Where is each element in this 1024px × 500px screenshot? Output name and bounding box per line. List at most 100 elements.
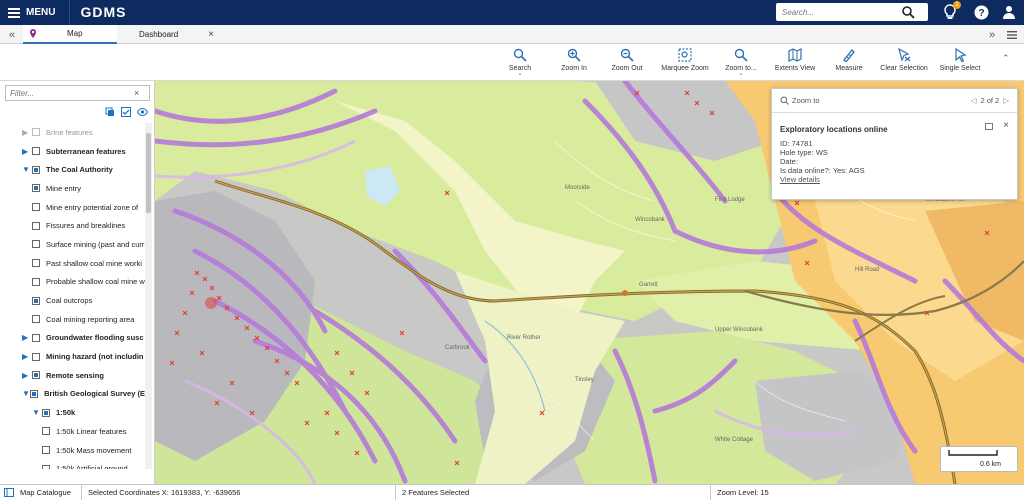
layer-item[interactable]: ▶ Brine features <box>0 123 145 142</box>
clear-filter-icon[interactable]: × <box>134 88 139 98</box>
clear-selection-button[interactable]: Clear Selection <box>874 48 934 72</box>
layer-checkbox[interactable] <box>32 333 40 342</box>
layer-tree: ▶ Brine features ▶ Subterranean features ▼ Th… <box>0 123 145 469</box>
notifications-button[interactable]: 1 <box>942 1 961 20</box>
sidebar-tools <box>105 107 148 117</box>
collapse-icon[interactable]: ▼ <box>22 389 30 398</box>
user-button[interactable] <box>1001 4 1017 20</box>
marquee-zoom-button[interactable]: Marquee Zoom <box>655 48 715 72</box>
layer-checkbox[interactable] <box>32 203 40 212</box>
extents-view-button[interactable]: Extents View <box>765 48 825 72</box>
layer-checkbox[interactable] <box>32 240 40 249</box>
layer-item[interactable]: ▶ Groundwater flooding susc <box>0 329 145 348</box>
popup-field: ID: 74781 <box>780 139 813 148</box>
layer-item[interactable]: ▼ 1:50k <box>0 403 145 422</box>
map-catalogue-button[interactable]: Map Catalogue <box>0 485 71 500</box>
help-button[interactable]: ? <box>973 4 989 20</box>
scale-label: 0.6 km <box>979 461 1001 468</box>
layer-item[interactable]: Past shallow coal mine worki <box>0 254 145 273</box>
layer-checkbox[interactable] <box>32 184 40 193</box>
layer-checkbox[interactable] <box>32 371 40 380</box>
zoom-to-link[interactable]: Zoom to <box>792 96 820 105</box>
search-tool-button[interactable]: Search ⌄ <box>490 48 550 77</box>
layer-item[interactable]: Mine entry potential zone of <box>0 198 145 217</box>
tool-label: Extents View <box>774 65 816 72</box>
layer-checkbox[interactable] <box>32 221 40 230</box>
place-label: Garrett <box>639 282 658 288</box>
single-select-button[interactable]: Single Select <box>930 48 990 72</box>
layer-checkbox[interactable] <box>32 128 40 137</box>
checkbox-icon[interactable] <box>121 107 131 117</box>
layer-checkbox[interactable] <box>32 296 40 305</box>
collapse-toolbar-icon[interactable]: ⌃ <box>1002 53 1010 64</box>
measure-button[interactable]: Measure <box>819 48 879 72</box>
layer-checkbox[interactable] <box>32 315 40 324</box>
catalogue-label: Map Catalogue <box>20 488 71 497</box>
menu-button[interactable]: MENU <box>0 0 63 25</box>
expand-icon[interactable]: ▶ <box>22 333 32 342</box>
layer-label: The Coal Authority <box>46 165 113 175</box>
filter-input[interactable] <box>6 88 134 98</box>
layer-item[interactable]: 1:50k Linear features <box>0 422 145 441</box>
filter-field[interactable]: × <box>5 85 150 101</box>
collapse-icon[interactable]: ▼ <box>22 165 32 174</box>
prev-feature-button[interactable]: ◁ <box>971 96 977 105</box>
layer-checkbox[interactable] <box>42 408 50 417</box>
layer-checkbox[interactable] <box>32 277 40 286</box>
list-icon[interactable] <box>1005 25 1019 44</box>
zoom-to-icon[interactable] <box>780 96 789 105</box>
expand-icon[interactable]: ▶ <box>22 128 32 137</box>
layer-item[interactable]: ▶ Remote sensing <box>0 366 145 385</box>
layer-checkbox[interactable] <box>42 427 50 436</box>
popup-dock-icon[interactable] <box>985 123 993 130</box>
layer-label: 1:50k Linear features <box>56 426 127 436</box>
layer-item[interactable]: 1:50k Mass movement <box>0 441 145 460</box>
zoom-to-button[interactable]: Zoom to... ⌄ <box>711 48 771 77</box>
scrollbar-thumb[interactable] <box>146 133 151 213</box>
search-input[interactable] <box>776 7 901 17</box>
layer-item[interactable]: Surface mining (past and curr <box>0 235 145 254</box>
eye-icon[interactable] <box>137 107 148 117</box>
layers-icon[interactable] <box>105 107 115 117</box>
collapse-left-icon[interactable]: « <box>4 25 20 44</box>
layer-checkbox[interactable] <box>42 464 50 469</box>
layer-checkbox[interactable] <box>32 147 40 156</box>
close-icon[interactable]: × <box>208 29 214 40</box>
tab-dashboard[interactable]: Dashboard × <box>117 25 214 44</box>
close-icon[interactable]: × <box>1003 120 1009 131</box>
collapse-icon[interactable]: ▼ <box>32 408 42 417</box>
layer-item[interactable]: ▼ The Coal Authority <box>0 160 145 179</box>
expand-icon[interactable]: ▶ <box>22 371 32 380</box>
layer-item[interactable]: ▶ Subterranean features <box>0 142 145 161</box>
layer-item[interactable]: ▼ British Geological Survey (E <box>0 385 145 404</box>
global-search[interactable] <box>776 3 928 21</box>
expand-icon[interactable]: ▶ <box>22 352 32 361</box>
view-details-link[interactable]: View details <box>780 175 1009 184</box>
zoom-in-button[interactable]: Zoom In <box>544 48 604 72</box>
tab-map[interactable]: Map <box>23 25 117 44</box>
layer-item[interactable]: Coal mining reporting area <box>0 310 145 329</box>
layer-item[interactable]: Coal outcrops <box>0 291 145 310</box>
layer-item[interactable]: Mine entry <box>0 179 145 198</box>
zoom-out-button[interactable]: Zoom Out <box>597 48 657 72</box>
layer-item[interactable]: Fissures and breaklines <box>0 216 145 235</box>
layer-checkbox[interactable] <box>32 165 40 174</box>
clear-selection-icon <box>898 48 911 62</box>
search-icon[interactable] <box>901 5 915 19</box>
layer-item[interactable]: Probable shallow coal mine w <box>0 273 145 292</box>
layer-checkbox[interactable] <box>32 259 40 268</box>
layer-label: Surface mining (past and curr <box>46 239 145 249</box>
layer-checkbox[interactable] <box>32 352 40 361</box>
tab-label: Dashboard <box>139 30 179 39</box>
layer-item[interactable]: ▶ Mining hazard (not includin <box>0 347 145 366</box>
layer-checkbox[interactable] <box>42 446 50 455</box>
layer-item[interactable]: 1:50k Artificial ground <box>0 459 145 469</box>
next-feature-button[interactable]: ▷ <box>1003 96 1009 105</box>
marquee-zoom-icon <box>678 48 692 62</box>
expand-icon[interactable]: ▶ <box>22 147 32 156</box>
notification-badge: 1 <box>953 1 961 9</box>
features-selected: 2 Features Selected <box>395 485 710 500</box>
sidebar-scrollbar[interactable] <box>145 123 152 469</box>
layer-checkbox[interactable] <box>30 389 39 398</box>
collapse-right-icon[interactable]: » <box>985 25 999 44</box>
